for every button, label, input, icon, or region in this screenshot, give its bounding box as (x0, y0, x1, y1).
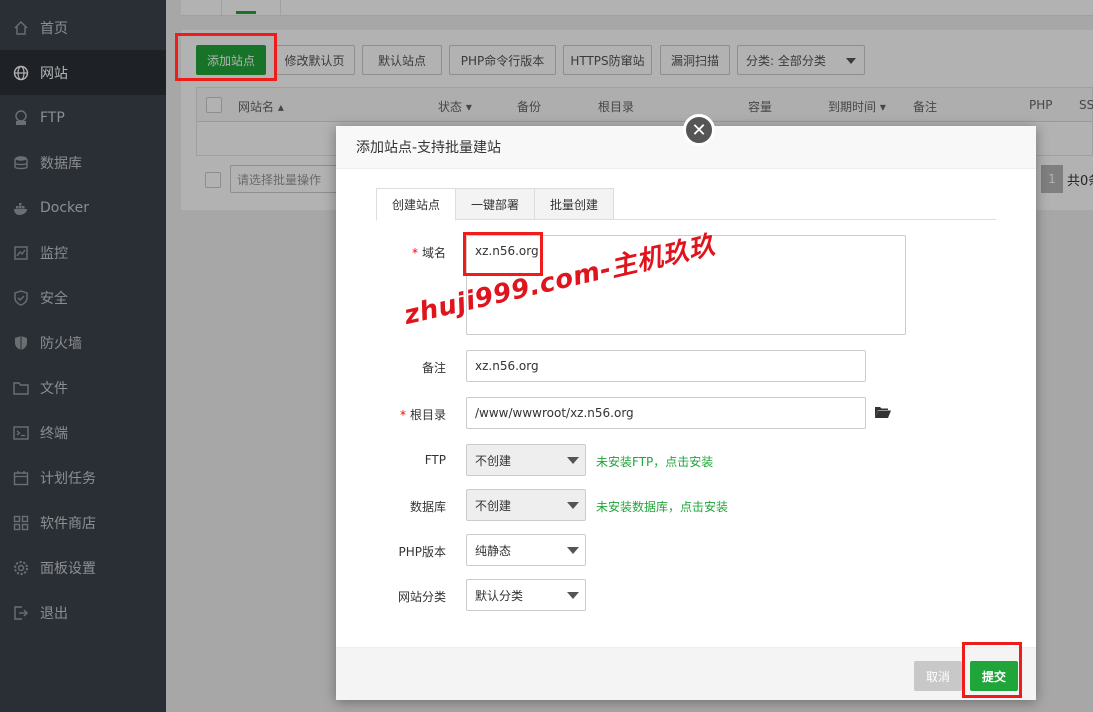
remark-input[interactable]: xz.n56.org (466, 350, 866, 382)
tab-batch-create[interactable]: 批量创建 (534, 188, 614, 220)
close-icon[interactable]: ✕ (683, 114, 715, 146)
php-version-select[interactable]: 纯静态 (466, 534, 586, 566)
chevron-down-icon (567, 502, 579, 509)
site-category-select[interactable]: 默认分类 (466, 579, 586, 611)
dialog-tabs: 创建站点 一键部署 批量创建 (376, 188, 996, 221)
ftp-select[interactable]: 不创建 (466, 444, 586, 476)
folder-open-icon[interactable] (875, 405, 891, 419)
root-dir-label: * 根目录 (399, 408, 446, 422)
add-site-dialog: 添加站点-支持批量建站 创建站点 一键部署 批量创建 * 域名 xz.n56.or… (336, 126, 1036, 700)
chevron-down-icon (567, 547, 579, 554)
database-select-value: 不创建 (475, 498, 512, 513)
ftp-select-value: 不创建 (475, 453, 512, 468)
php-version-label: PHP版本 (398, 545, 447, 559)
chevron-down-icon (567, 457, 579, 464)
dialog-footer: 取消 提交 (336, 647, 1036, 700)
root-dir-input[interactable]: /www/wwwroot/xz.n56.org (466, 397, 866, 429)
site-category-value: 默认分类 (475, 588, 524, 603)
database-install-link[interactable]: 未安装数据库，点击安装 (596, 498, 728, 515)
database-label: 数据库 (409, 500, 446, 514)
domain-label: * 域名 (411, 246, 446, 260)
ftp-label: FTP (424, 453, 446, 467)
site-category-label: 网站分类 (397, 590, 446, 604)
database-select[interactable]: 不创建 (466, 489, 586, 521)
php-version-value: 纯静态 (475, 543, 512, 558)
remark-label: 备注 (421, 361, 446, 375)
ftp-install-link[interactable]: 未安装FTP，点击安装 (596, 453, 713, 470)
tab-one-click-deploy[interactable]: 一键部署 (455, 188, 535, 220)
chevron-down-icon (567, 592, 579, 599)
tab-create-site[interactable]: 创建站点 (376, 188, 456, 221)
cancel-button[interactable]: 取消 (914, 661, 962, 691)
submit-button[interactable]: 提交 (970, 661, 1018, 691)
